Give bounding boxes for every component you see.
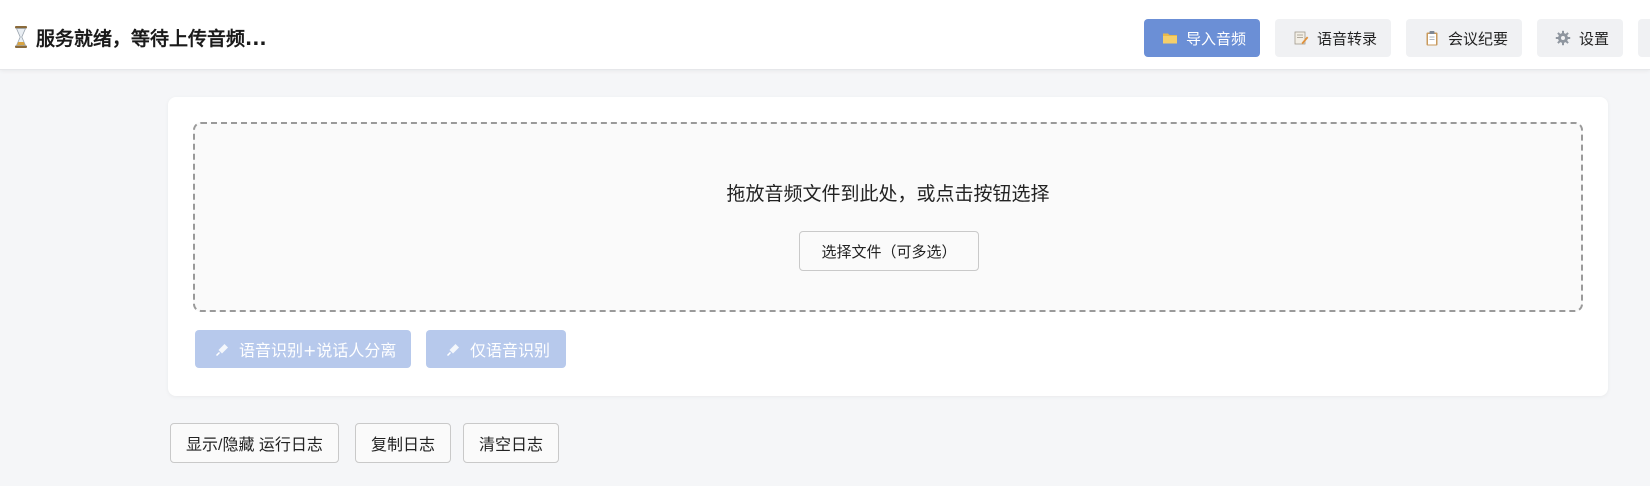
gear-icon <box>1555 30 1571 46</box>
toggle-log-button[interactable]: 显示/隐藏 运行日志 <box>170 423 339 463</box>
nav-settings-label: 设置 <box>1578 30 1609 48</box>
main-nav: 导入音频 语音转录 会议纪要 设置 <box>1143 19 1650 57</box>
nav-settings-button[interactable]: 设置 <box>1536 19 1623 57</box>
audio-dropzone[interactable]: 拖放音频文件到此处，或点击按钮选择 选择文件（可多选） <box>193 122 1583 312</box>
asr-only-label: 仅语音识别 <box>470 341 551 360</box>
asr-diarize-label: 语音识别+说话人分离 <box>239 341 397 360</box>
microphone-icon <box>215 344 228 357</box>
nav-import-audio-button[interactable]: 导入音频 <box>1143 19 1260 57</box>
upload-card: 拖放音频文件到此处，或点击按钮选择 选择文件（可多选） 语音识别+说话人分离 仅… <box>168 97 1608 396</box>
memo-icon <box>1294 31 1309 45</box>
asr-diarize-button[interactable]: 语音识别+说话人分离 <box>195 330 411 368</box>
copy-log-button[interactable]: 复制日志 <box>355 423 452 463</box>
asr-only-button[interactable]: 仅语音识别 <box>426 330 566 368</box>
choose-files-button[interactable]: 选择文件（可多选） <box>799 231 979 271</box>
folder-icon <box>1162 33 1177 44</box>
microphone-icon <box>446 344 459 357</box>
nav-more-button[interactable] <box>1638 19 1650 57</box>
nav-transcription-button[interactable]: 语音转录 <box>1274 19 1391 57</box>
nav-meeting-minutes-button[interactable]: 会议纪要 <box>1405 19 1522 57</box>
dropzone-hint: 拖放音频文件到此处，或点击按钮选择 <box>726 183 1050 205</box>
status-indicator: 服务就绪，等待上传音频... <box>14 25 267 50</box>
nav-meeting-minutes-label: 会议纪要 <box>1447 30 1508 48</box>
nav-transcription-label: 语音转录 <box>1316 30 1377 48</box>
top-bar: 服务就绪，等待上传音频... 导入音频 语音转录 会议纪要 设置 <box>0 0 1650 70</box>
hourglass-icon <box>15 26 27 48</box>
nav-import-audio-label: 导入音频 <box>1185 30 1246 48</box>
clipboard-icon <box>1426 31 1438 46</box>
status-text: 服务就绪，等待上传音频... <box>36 27 267 50</box>
clear-log-button[interactable]: 清空日志 <box>463 423 560 463</box>
